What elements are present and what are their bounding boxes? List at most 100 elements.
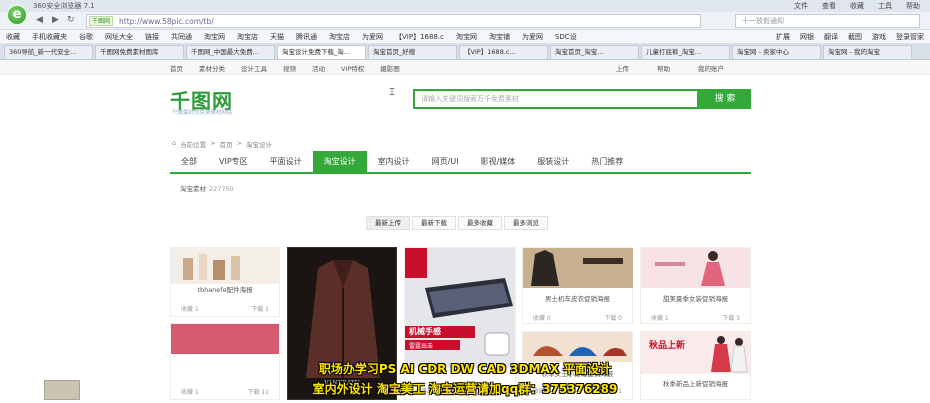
screenshot-button[interactable]: 截图	[848, 32, 862, 42]
favorite-count[interactable]: 收藏 1	[181, 304, 199, 313]
extensions-button[interactable]: 扩展	[776, 32, 790, 42]
subtitle-line-2: 室内外设计 淘宝美工 淘宝运营请加qq群：375376289	[312, 382, 618, 396]
bookmark-item[interactable]: 谷歌	[79, 32, 93, 42]
bookmark-item[interactable]: 淘宝店	[329, 32, 350, 42]
browser-tab[interactable]: 千图网_中国最大免费...	[186, 45, 275, 59]
bookmark-item[interactable]: 网址大全	[105, 32, 133, 42]
count-value: 227750	[209, 185, 234, 193]
sort-newest-download[interactable]: 最新下载	[412, 216, 456, 230]
card-thumbnail	[171, 248, 279, 284]
jacket-ad-thumbnail	[523, 248, 633, 288]
bookmark-item[interactable]: 淘宝网	[456, 32, 477, 42]
asset-card[interactable]: 甜美夏季女装促销海报 收藏 1 下载 3	[640, 247, 751, 324]
browser-tab[interactable]: 千图网免费素材图库	[95, 45, 184, 59]
keyboard-slogan: 机械手感	[409, 327, 441, 336]
refresh-icon[interactable]: ↻	[67, 15, 75, 25]
browser-tab[interactable]: 淘宝首页_好搜	[368, 45, 457, 59]
favorite-count[interactable]: 收藏 0	[533, 313, 551, 322]
asset-card[interactable]: tbhanefe配件海报 收藏 1 下载 1	[170, 247, 280, 317]
subtitle-line-1: 职场办学习PS AI CDR DW CAD 3DMAX 平面设计	[318, 362, 612, 376]
top-link-video[interactable]: 视频	[283, 63, 296, 73]
forward-icon[interactable]: ▶	[52, 15, 59, 25]
category-vip[interactable]: VIP专区	[208, 151, 259, 172]
top-link-categories[interactable]: 素材分类	[199, 63, 225, 73]
asset-card[interactable]: VANKRATU	[287, 247, 397, 400]
asset-card[interactable]: 机械手感 雷霆出击 虎落高端版机键盘	[404, 247, 516, 400]
menu-tools[interactable]: 工具	[878, 1, 892, 11]
site-top-user: 上传 帮助 我的账户	[616, 63, 724, 73]
top-link-tools[interactable]: 设计工具	[241, 63, 267, 73]
count-label: 淘宝素材	[180, 185, 206, 193]
bookmark-item[interactable]: 淘宝网	[204, 32, 225, 42]
dress-thumbnail	[655, 251, 725, 286]
favorite-count[interactable]: 收藏 1	[651, 313, 669, 322]
download-count[interactable]: 下载 3	[722, 313, 740, 322]
games-button[interactable]: 游戏	[872, 32, 886, 42]
sort-newest-upload[interactable]: 最新上传	[366, 216, 410, 230]
category-media[interactable]: 影视/媒体	[470, 151, 527, 172]
download-count[interactable]: 下载 1	[251, 304, 269, 313]
login-manager-button[interactable]: 登录管家	[896, 32, 924, 42]
category-fashion[interactable]: 服装设计	[526, 151, 580, 172]
bookmark-item[interactable]: 淘宝铺	[489, 32, 510, 42]
menu-help[interactable]: 帮助	[906, 1, 920, 11]
category-taobao[interactable]: 淘宝设计	[312, 151, 367, 172]
bookmark-item[interactable]: 手机收藏夹	[32, 32, 67, 42]
bookmark-item[interactable]: 腾讯通	[296, 32, 317, 42]
menu-favorites[interactable]: 收藏	[850, 1, 864, 11]
top-link-vip[interactable]: VIP特权	[341, 63, 364, 73]
location-icon: ⌂	[172, 139, 177, 147]
help-link[interactable]: 帮助	[657, 63, 670, 73]
breadcrumb-current[interactable]: 淘宝设计	[246, 139, 272, 149]
account-link[interactable]: 我的账户	[698, 63, 724, 73]
asset-card[interactable]: 男士机车皮衣促销海报 收藏 0 下载 0	[522, 247, 633, 324]
card-thumbnail	[171, 324, 279, 354]
browser-tab[interactable]: 淘宝网 - 我的淘宝	[823, 45, 912, 59]
sort-most-views[interactable]: 最多浏览	[504, 216, 548, 230]
top-link-photo[interactable]: 摄影图	[380, 63, 400, 73]
category-graphic[interactable]: 平面设计	[259, 151, 313, 172]
bookmark-item[interactable]: 为爱网	[362, 32, 383, 42]
card-meta: 收藏 0 下载 0	[533, 313, 622, 322]
site-slogan: 只做最好的免费素材网站	[172, 110, 233, 116]
translate-button[interactable]: 翻译	[824, 32, 838, 42]
browser-tab[interactable]: 360导航_新一代安全...	[4, 45, 93, 59]
mouse-cursor-icon: ⌶	[389, 87, 395, 98]
site-search-button[interactable]: 搜 索	[699, 89, 751, 109]
category-all[interactable]: 全部	[170, 151, 208, 172]
upload-link[interactable]: 上传	[616, 63, 629, 73]
back-icon[interactable]: ◀	[36, 15, 43, 25]
bookmark-item[interactable]: 共同通	[171, 32, 192, 42]
bookmark-item[interactable]: 为爱网	[522, 32, 543, 42]
browser-tab[interactable]: 淘宝网 - 卖家中心	[732, 45, 821, 59]
breadcrumb: ⌂ 当前位置 > 首页 > 淘宝设计	[172, 139, 273, 149]
card-meta: 收藏 1 下载 3	[651, 313, 740, 322]
top-link-events[interactable]: 活动	[312, 63, 325, 73]
site-header: 千图网 只做最好的免费素材网站 请输入关键词搜索万千免费素材 搜 索 ⌶	[0, 75, 930, 121]
autumn-slogan: 秋品上新	[649, 341, 686, 351]
sort-most-favorites[interactable]: 最多收藏	[458, 216, 502, 230]
bookmark-item[interactable]: 天猫	[270, 32, 284, 42]
browser-tab[interactable]: 儿童打底裤_淘宝...	[641, 45, 730, 59]
url-field[interactable]: 千图网 http://www.58pic.com/tb/	[86, 14, 701, 28]
browser-tab-active[interactable]: 淘宝设计免费下载_淘...	[277, 45, 366, 59]
browser-search-input[interactable]: 十一放假通知	[735, 14, 920, 28]
breadcrumb-home[interactable]: 首页	[220, 139, 233, 149]
download-count[interactable]: 下载 0	[604, 313, 622, 322]
bookmark-item[interactable]: 收藏	[6, 32, 20, 42]
menu-view[interactable]: 查看	[822, 1, 836, 11]
bookmark-item[interactable]: 【VIP】1688.c	[395, 32, 444, 42]
category-web-ui[interactable]: 网页/UI	[421, 151, 470, 172]
site-search-input[interactable]: 请输入关键词搜索万千免费素材	[413, 89, 699, 109]
browser-tab[interactable]: 【VIP】1688.c...	[459, 45, 548, 59]
browser-tab[interactable]: 淘宝首页_淘宝...	[550, 45, 639, 59]
bookmark-item[interactable]: SDC设	[555, 32, 577, 42]
bank-button[interactable]: 网银	[800, 32, 814, 42]
bookmark-item[interactable]: 链接	[145, 32, 159, 42]
category-hot[interactable]: 热门推荐	[580, 151, 634, 172]
top-link-home[interactable]: 首页	[170, 63, 183, 73]
category-interior[interactable]: 室内设计	[367, 151, 421, 172]
keyboard-slogan-sub: 雷霆出击	[409, 343, 434, 350]
bookmark-item[interactable]: 淘宝店	[237, 32, 258, 42]
menu-file[interactable]: 文件	[794, 1, 808, 11]
